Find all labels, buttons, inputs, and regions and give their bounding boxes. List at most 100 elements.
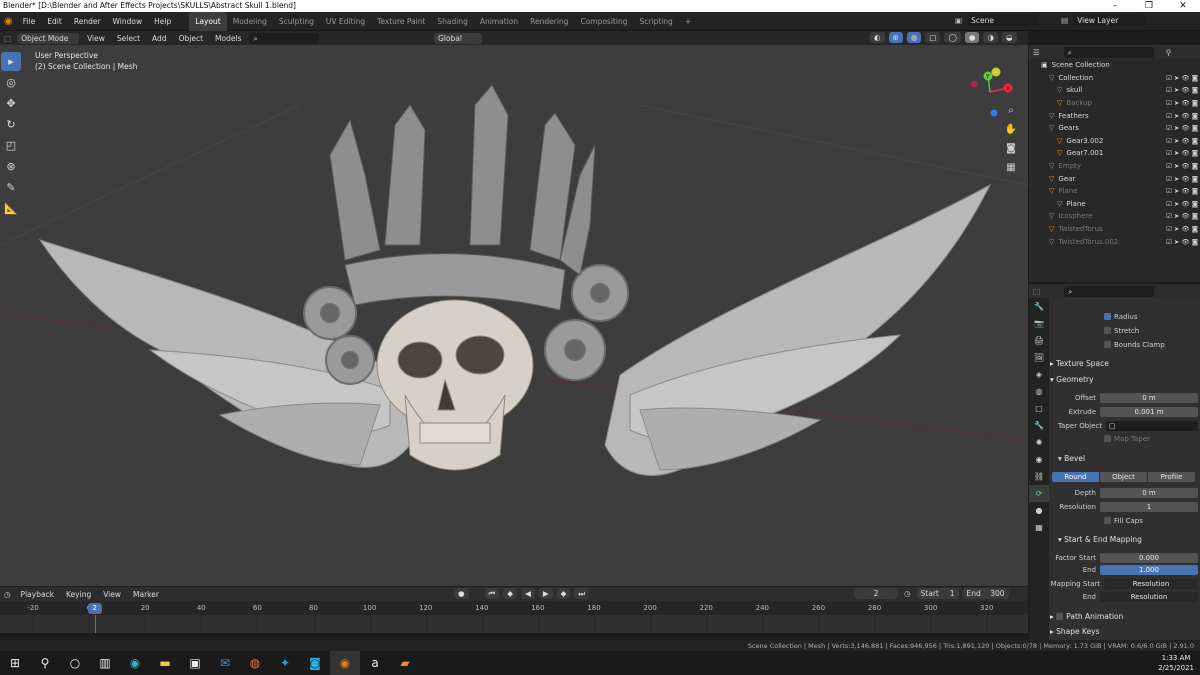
blender-logo-icon[interactable]: ◉ xyxy=(0,16,17,27)
file-explorer-icon[interactable]: ▬ xyxy=(150,651,180,675)
select-tool-icon[interactable]: ▸ xyxy=(1,52,21,71)
prev-key-icon[interactable]: ◆ xyxy=(503,588,518,599)
rotate-tool-icon[interactable]: ↻ xyxy=(1,115,21,134)
record-button-icon[interactable]: ● xyxy=(454,588,469,599)
constraints-tab-icon[interactable]: ⛓ xyxy=(1029,468,1049,485)
tab-texture-paint[interactable]: Texture Paint xyxy=(371,12,431,31)
view-layer-selector[interactable]: View Layer xyxy=(1073,15,1146,26)
outliner-row[interactable]: ▽ Gears ☑ ➤ 👁 ◙ xyxy=(1029,122,1200,135)
tab-compositing[interactable]: Compositing xyxy=(574,12,633,31)
outliner-row[interactable]: ▽ Icosphere ☑ ➤ 👁 ◙ xyxy=(1029,210,1200,223)
scale-tool-icon[interactable]: ◰ xyxy=(1,136,21,155)
transform-orientation[interactable]: Global xyxy=(434,32,482,44)
properties-editor-icon[interactable]: ⬚ xyxy=(1029,287,1044,296)
shape-keys-panel[interactable]: ▸ Shape Keys xyxy=(1050,625,1198,638)
visibility-toggles[interactable]: ☑ ➤ 👁 ◙ xyxy=(1166,149,1198,157)
mapping-start-select[interactable]: Resolution xyxy=(1104,578,1198,589)
visibility-toggles[interactable]: ☑ ➤ 👁 ◙ xyxy=(1166,74,1198,82)
search-icon[interactable]: ⚲ xyxy=(30,651,60,675)
mapping-end-select[interactable]: Resolution xyxy=(1100,591,1198,602)
path-animation-panel[interactable]: ▸ Path Animation xyxy=(1050,610,1198,623)
editor-type-icon[interactable]: ⬚ xyxy=(0,34,15,43)
current-frame-field[interactable]: 2 xyxy=(854,588,898,599)
tab-uv-editing[interactable]: UV Editing xyxy=(320,12,371,31)
modifier-tab-icon[interactable]: 🔧 xyxy=(1029,417,1049,434)
stretch-checkbox[interactable]: Stretch xyxy=(1050,325,1198,336)
outliner-row[interactable]: ▽ Gear ☑ ➤ 👁 ◙ xyxy=(1029,172,1200,185)
3d-viewport[interactable] xyxy=(0,45,1028,586)
data-tab-icon[interactable]: ⟳ xyxy=(1029,485,1049,502)
outliner-row[interactable]: ▽ TwistedTorus ☑ ➤ 👁 ◙ xyxy=(1029,223,1200,236)
playhead-label[interactable]: 2 xyxy=(87,603,102,614)
outliner-row[interactable]: ▽ Plane ☑ ➤ 👁 ◙ xyxy=(1029,185,1200,198)
outliner-row[interactable]: ▽ Collection ☑ ➤ 👁 ◙ xyxy=(1029,72,1200,85)
outliner-row[interactable]: ▽ TwistedTorus.002 ☑ ➤ 👁 ◙ xyxy=(1029,235,1200,248)
radius-checkbox[interactable]: Radius xyxy=(1050,311,1198,322)
cortana-icon[interactable]: ○ xyxy=(60,651,90,675)
bounds-clamp-checkbox[interactable]: Bounds Clamp xyxy=(1050,339,1198,350)
play-icon[interactable]: ▶ xyxy=(538,588,553,599)
physics-tab-icon[interactable]: ◉ xyxy=(1029,451,1049,468)
outliner-row[interactable]: ▽ skull ☑ ➤ 👁 ◙ xyxy=(1029,84,1200,97)
end-frame-field[interactable]: End 300 xyxy=(962,588,1009,599)
minimize-button[interactable]: – xyxy=(1098,0,1132,12)
xray-toggle-icon[interactable]: ▢ xyxy=(925,32,941,43)
edge-icon[interactable]: ◉ xyxy=(120,651,150,675)
extrude-field[interactable]: 0.001 m xyxy=(1100,406,1198,417)
output-tab-icon[interactable]: 🖨 xyxy=(1029,332,1049,349)
menu-object[interactable]: Object xyxy=(175,33,207,44)
bevel-panel[interactable]: ▾ Bevel xyxy=(1050,452,1198,465)
camera-view-icon[interactable]: ◙ xyxy=(1003,141,1019,157)
tool-tab-icon[interactable]: 🔧 xyxy=(1029,298,1049,315)
timeline-editor-icon[interactable]: ◷ xyxy=(0,590,15,599)
menu-file[interactable]: File xyxy=(17,12,42,31)
menu-view[interactable]: View xyxy=(83,33,109,44)
wireframe-shading-icon[interactable]: ◯ xyxy=(944,32,961,43)
menu-render[interactable]: Render xyxy=(68,12,107,31)
system-clock[interactable]: 1:33 AM 2/25/2021 xyxy=(1158,653,1194,673)
offset-field[interactable]: 0 m xyxy=(1100,392,1198,403)
outliner-editor-icon[interactable]: ☰ xyxy=(1029,48,1044,57)
measure-tool-icon[interactable]: 📐 xyxy=(1,199,21,218)
zoom-icon[interactable]: ⌕ xyxy=(1003,103,1019,119)
transform-tool-icon[interactable]: ⊛ xyxy=(1,157,21,176)
timeline-scrollbar[interactable] xyxy=(0,633,1028,640)
visibility-toggles[interactable]: ☑ ➤ 👁 ◙ xyxy=(1166,137,1198,145)
perspective-grid-icon[interactable]: ▦ xyxy=(1003,160,1019,176)
factor-start-field[interactable]: 0.000 xyxy=(1100,552,1198,563)
visibility-toggles[interactable]: ☑ ➤ 👁 ◙ xyxy=(1166,212,1198,220)
solid-shading-icon[interactable]: ● xyxy=(964,32,980,43)
move-tool-icon[interactable]: ✥ xyxy=(1,94,21,113)
tab-sculpting[interactable]: Sculpting xyxy=(273,12,320,31)
tab-layout[interactable]: Layout xyxy=(189,11,227,31)
tab-animation[interactable]: Animation xyxy=(474,12,524,31)
twitter-icon[interactable]: ✦ xyxy=(270,651,300,675)
outliner-row[interactable]: ▽ Gear7.001 ☑ ➤ 👁 ◙ xyxy=(1029,147,1200,160)
outliner-search-input[interactable]: ⌕ xyxy=(1063,46,1154,58)
depth-field[interactable]: 0 m xyxy=(1100,487,1198,498)
cursor-tool-icon[interactable]: ◎ xyxy=(1,73,21,92)
material-tab-icon[interactable]: ● xyxy=(1029,502,1049,519)
outliner-row[interactable]: ▽ Backup ☑ ➤ 👁 ◙ xyxy=(1029,97,1200,110)
playback-menu[interactable]: Playback xyxy=(17,589,58,600)
timeline-track[interactable] xyxy=(0,615,1028,633)
visibility-toggles[interactable]: ☑ ➤ 👁 ◙ xyxy=(1166,124,1198,132)
instagram-icon[interactable]: ◙ xyxy=(300,651,330,675)
visibility-toggles[interactable]: ☑ ➤ 👁 ◙ xyxy=(1166,112,1198,120)
properties-search-input[interactable]: ⌕ xyxy=(1064,285,1155,297)
tab-scripting[interactable]: Scripting xyxy=(633,12,678,31)
overlay-toggle-icon[interactable]: ◍ xyxy=(906,32,922,43)
navigation-gizmo[interactable]: X Y xyxy=(968,62,1028,122)
pan-hand-icon[interactable]: ✋ xyxy=(1003,122,1019,138)
add-workspace-button[interactable]: + xyxy=(679,12,697,31)
amazon-icon[interactable]: a xyxy=(360,651,390,675)
bevel-profile-button[interactable]: Profile xyxy=(1148,471,1195,482)
factor-end-field[interactable]: 1.000 xyxy=(1100,564,1198,575)
tab-modeling[interactable]: Modeling xyxy=(227,12,273,31)
jump-end-icon[interactable]: ⏭ xyxy=(574,588,590,599)
menu-window[interactable]: Window xyxy=(107,12,149,31)
bevel-object-button[interactable]: Object xyxy=(1100,471,1147,482)
next-key-icon[interactable]: ◆ xyxy=(556,588,571,599)
outliner-row[interactable]: ▽ Feathers ☑ ➤ 👁 ◙ xyxy=(1029,109,1200,122)
maximize-button[interactable]: ❐ xyxy=(1132,0,1166,12)
